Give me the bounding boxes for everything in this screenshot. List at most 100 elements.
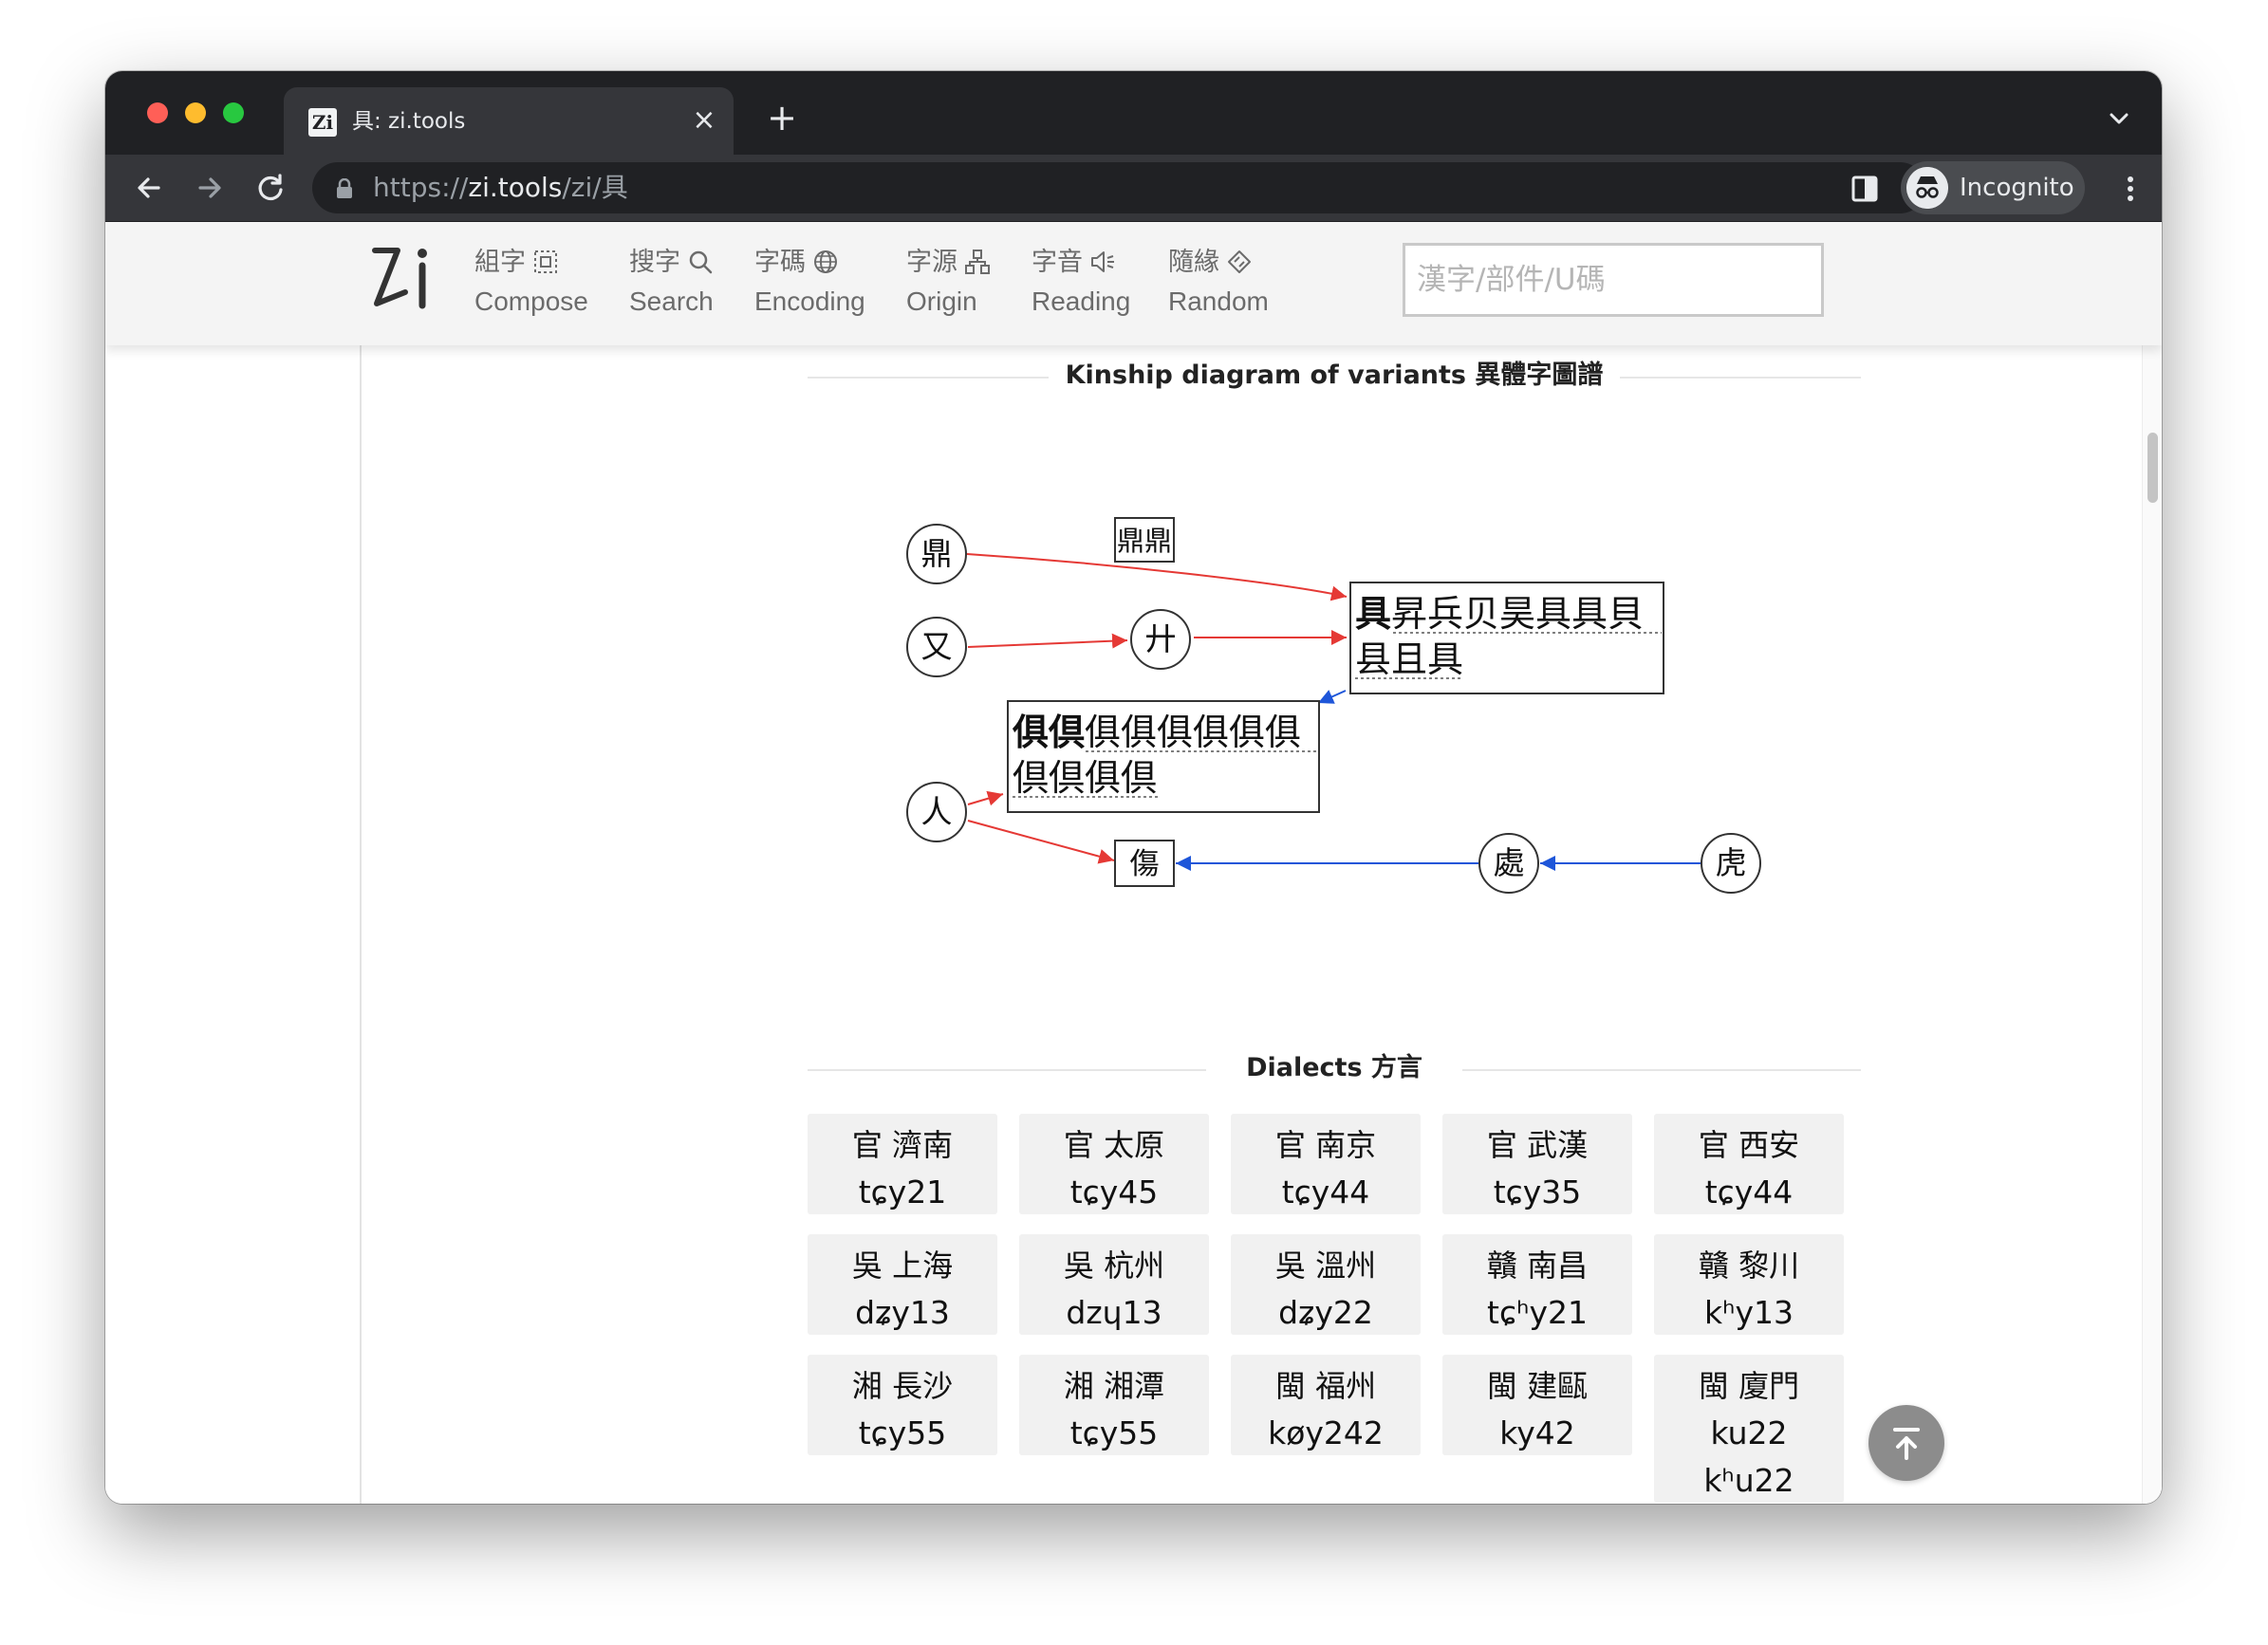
forward-arrow-icon[interactable] (191, 169, 229, 207)
compose-icon (534, 250, 557, 273)
node-top-box-label: 鼎鼎 (1117, 525, 1172, 557)
scrollbar-thumb[interactable] (2147, 433, 2158, 503)
url-text: https://zi.tools/zi/具 (373, 172, 628, 204)
dialect-pronunciation: tɕy44 (1704, 1174, 1794, 1211)
dialect-pronunciation: køy242 (1268, 1414, 1384, 1451)
minimize-window-button[interactable] (185, 102, 206, 123)
dialect-location: 贛 南昌 (1486, 1248, 1589, 1284)
nav-origin[interactable]: 字源 Origin (906, 245, 990, 321)
incognito-profile-button[interactable]: Incognito (1901, 161, 2085, 214)
dialect-location: 官 濟南 (851, 1127, 954, 1163)
new-tab-button[interactable]: + (766, 100, 798, 136)
nav-random-zh: 隨緣 (1168, 248, 1219, 277)
dialect-pronunciation: tɕy55 (858, 1414, 947, 1451)
dialects-title: Dialects 方言 (1246, 1053, 1422, 1082)
dialect-location: 官 南京 (1274, 1127, 1377, 1163)
nav-search[interactable]: 搜字 Search (629, 245, 714, 321)
hierarchy-icon (965, 250, 990, 274)
dialect-location: 官 武漢 (1486, 1127, 1589, 1163)
site-favicon-icon: Zi (308, 108, 337, 137)
dialect-card: 官 西安 tɕy44 (1654, 1114, 1844, 1214)
dialect-pronunciation: kʰu22 (1703, 1462, 1794, 1499)
nav-compose[interactable]: 組字 Compose (474, 245, 588, 321)
nav-search-zh: 搜字 (629, 248, 680, 277)
address-bar[interactable]: https://zi.tools/zi/具 (312, 162, 2009, 213)
maximize-window-button[interactable] (223, 102, 244, 123)
back-to-top-button[interactable] (1868, 1405, 1944, 1481)
dialect-card: 官 武漢 tɕy35 (1442, 1114, 1632, 1214)
page-viewport: Zi 組字 Compose 搜字 Search 字碼 Encoding 字源 O… (105, 222, 2162, 1504)
dialect-card: 湘 湘潭 tɕy55 (1019, 1355, 1209, 1455)
nav-random[interactable]: 隨緣 Random (1168, 245, 1269, 321)
reload-icon[interactable] (251, 169, 289, 207)
node-you[interactable]: 又 (906, 617, 967, 677)
browser-window: Zi 具: zi.tools × + https://zi.tools/zi/具 (105, 71, 2162, 1504)
dialect-location: 閩 建甌 (1486, 1368, 1589, 1404)
dialect-card: 湘 長沙 tɕy55 (808, 1355, 997, 1455)
node-ju2-group[interactable]: 俱倶俱俱俱俱俱俱 倶倶俱倶 (1007, 700, 1320, 813)
nav-reading[interactable]: 字音 Reading (1032, 245, 1130, 321)
tab-title: 具: zi.tools (352, 109, 466, 134)
dialects-section-header: Dialects 方言 (808, 1049, 1861, 1087)
nav-search-en: Search (629, 286, 714, 316)
nav-encoding-en: Encoding (754, 286, 865, 316)
tab-close-icon[interactable]: × (688, 104, 720, 137)
dialect-card: 官 濟南 tɕy21 (808, 1114, 997, 1214)
node-ju-variants-line2: 县且具 (1355, 638, 1463, 680)
dialect-location: 官 太原 (1063, 1127, 1165, 1163)
browser-title-bar: Zi 具: zi.tools × + (105, 71, 2162, 155)
node-hu[interactable]: 虎 (1701, 833, 1761, 894)
node-ju-group[interactable]: 具昇兵贝昊具具貝 县且具 (1349, 582, 1664, 694)
dialect-pronunciation: dʑy22 (1278, 1294, 1373, 1331)
zi-tools-logo[interactable] (369, 243, 437, 311)
url-scheme: https:// (373, 172, 469, 203)
url-path: /zi/具 (562, 172, 628, 203)
node-ding[interactable]: 鼎 (906, 524, 967, 584)
node-ju2-main: 俱倶 (1012, 711, 1085, 753)
node-hu-label: 虎 (1716, 844, 1747, 881)
node-you-label: 又 (921, 628, 953, 665)
character-search-input[interactable] (1403, 243, 1824, 317)
page-scrollbar[interactable] (2142, 222, 2162, 1504)
node-ju-box[interactable]: 傷 (1114, 840, 1175, 887)
browser-menu-icon[interactable] (2113, 172, 2147, 206)
globe-icon (814, 250, 837, 273)
dialect-pronunciation: tɕy21 (858, 1174, 947, 1211)
side-panel-icon[interactable] (1848, 172, 1882, 206)
browser-tab-active[interactable]: Zi 具: zi.tools × (284, 87, 734, 155)
dialect-card: 閩 福州 køy242 (1231, 1355, 1421, 1455)
dice-icon (1228, 250, 1251, 273)
url-host: zi.tools (468, 172, 563, 203)
arrow-up-to-top-icon (1893, 1428, 1920, 1460)
nav-encoding[interactable]: 字碼 Encoding (754, 245, 865, 321)
nav-random-en: Random (1168, 286, 1269, 316)
node-ren[interactable]: 人 (906, 782, 967, 842)
nav-origin-en: Origin (906, 286, 977, 316)
nav-origin-zh: 字源 (906, 248, 957, 277)
dialect-pronunciation: ku22 (1710, 1414, 1788, 1451)
nav-compose-en: Compose (474, 286, 588, 316)
dialect-pronunciation: tɕy45 (1069, 1174, 1159, 1211)
search-icon (689, 250, 713, 274)
dialect-pronunciation: tɕʰy21 (1487, 1294, 1588, 1331)
dialect-card: 閩 建甌 ky42 (1442, 1355, 1632, 1455)
dialect-location: 湘 長沙 (851, 1368, 954, 1404)
dialect-card: 贛 黎川 kʰy13 (1654, 1234, 1844, 1335)
node-gong[interactable]: 廾 (1130, 609, 1191, 670)
nav-compose-zh: 組字 (474, 248, 526, 277)
dialect-location: 閩 福州 (1274, 1368, 1377, 1404)
speaker-icon (1091, 251, 1114, 272)
dialect-location: 吳 溫州 (1274, 1248, 1377, 1284)
back-arrow-icon[interactable] (130, 169, 168, 207)
close-window-button[interactable] (147, 102, 168, 123)
dialect-card: 吳 杭州 dzɥ13 (1019, 1234, 1209, 1335)
tab-search-chevron-icon[interactable] (2106, 105, 2132, 132)
incognito-label: Incognito (1960, 174, 2074, 202)
node-chu[interactable]: 處 (1478, 833, 1539, 894)
dialect-location: 吳 上海 (851, 1248, 954, 1284)
node-top-box[interactable]: 鼎鼎 (1114, 517, 1175, 563)
dialect-pronunciation: tɕy55 (1069, 1414, 1159, 1451)
node-ju2-variants-line1: 俱俱俱俱俱俱 (1085, 712, 1301, 753)
dialect-pronunciation: tɕy44 (1281, 1174, 1370, 1211)
dialect-pronunciation: ky42 (1499, 1414, 1575, 1451)
